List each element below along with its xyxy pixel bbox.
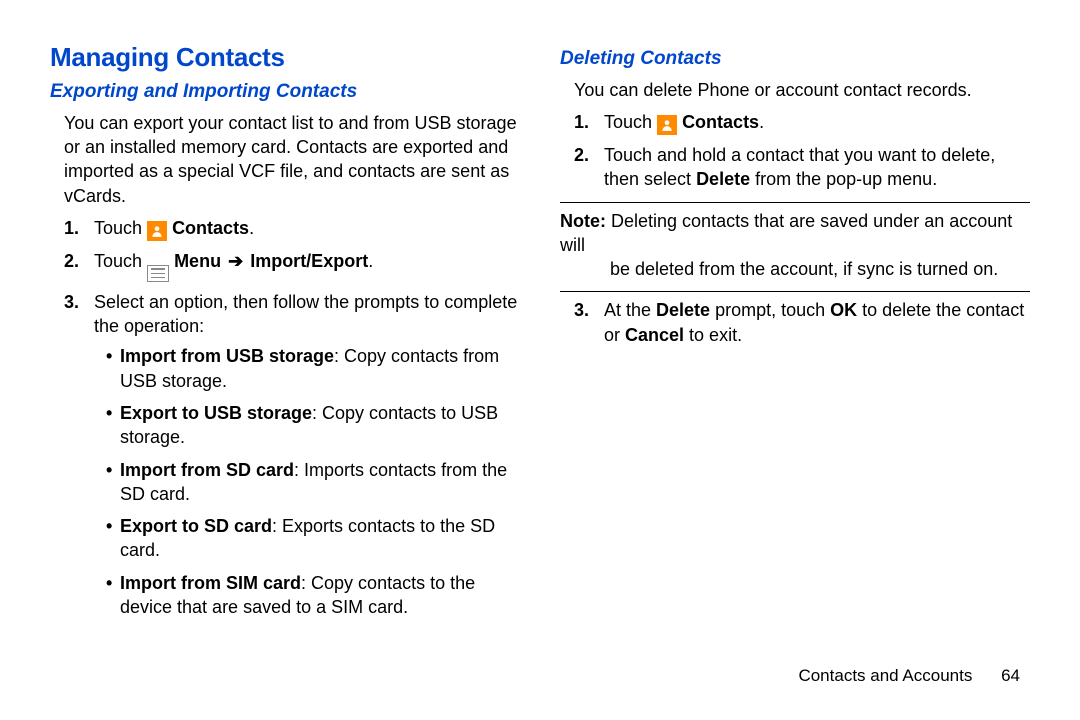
ok-label: OK [830, 300, 857, 320]
contacts-label: Contacts [172, 218, 249, 238]
option-title: Export to USB storage [120, 403, 312, 423]
deleting-intro: You can delete Phone or account contact … [574, 78, 1030, 102]
step-text: prompt, touch [710, 300, 830, 320]
deleting-steps: Touch Contacts. Touch and hold a contact… [574, 110, 1030, 192]
contacts-label: Contacts [682, 112, 759, 132]
note-text-1: Deleting contacts that are saved under a… [560, 211, 1012, 255]
menu-label: Menu [174, 251, 221, 271]
step-2: Touch Menu ➔ Import/Export. [88, 249, 520, 282]
option-title: Import from USB storage [120, 346, 334, 366]
delete-label: Delete [696, 169, 750, 189]
option-title: Export to SD card [120, 516, 272, 536]
arrow-icon: ➔ [226, 251, 245, 271]
step-text: Touch [94, 251, 147, 271]
footer-section: Contacts and Accounts [798, 666, 972, 685]
note-text-2: be deleted from the account, if sync is … [560, 257, 1030, 281]
note-block: Note: Deleting contacts that are saved u… [560, 209, 1030, 282]
step-2: Touch and hold a contact that you want t… [598, 143, 1030, 192]
heading-deleting-contacts: Deleting Contacts [560, 46, 1030, 72]
option-import-sd: Import from SD card: Imports contacts fr… [108, 458, 520, 507]
step-text: Select an option, then follow the prompt… [94, 292, 517, 336]
step-text: from the pop-up menu. [750, 169, 937, 189]
step-3: Select an option, then follow the prompt… [88, 290, 520, 620]
option-export-sd: Export to SD card: Exports contacts to t… [108, 514, 520, 563]
option-import-usb: Import from USB storage: Copy contacts f… [108, 344, 520, 393]
step-1: Touch Contacts. [88, 216, 520, 241]
step-text: At the [604, 300, 656, 320]
step-1: Touch Contacts. [598, 110, 1030, 135]
step-period: . [759, 112, 764, 132]
exporting-intro: You can export your contact list to and … [64, 111, 520, 208]
deleting-steps-cont: At the Delete prompt, touch OK to delete… [574, 298, 1030, 347]
option-export-usb: Export to USB storage: Copy contacts to … [108, 401, 520, 450]
cancel-label: Cancel [625, 325, 684, 345]
contacts-icon [147, 221, 167, 241]
options-list: Import from USB storage: Copy contacts f… [94, 344, 520, 619]
step-text: Touch [94, 218, 147, 238]
step-period: . [249, 218, 254, 238]
heading-managing-contacts: Managing Contacts [50, 40, 520, 75]
divider [560, 202, 1030, 203]
step-3: At the Delete prompt, touch OK to delete… [598, 298, 1030, 347]
divider [560, 291, 1030, 292]
heading-export-import: Exporting and Importing Contacts [50, 79, 520, 105]
note-label: Note: [560, 211, 606, 231]
option-title: Import from SIM card [120, 573, 301, 593]
contacts-icon [657, 115, 677, 135]
left-column: Managing Contacts Exporting and Importin… [50, 40, 520, 627]
import-export-label: Import/Export [250, 251, 368, 271]
exporting-steps: Touch Contacts. Touch Menu ➔ Import/Expo… [64, 216, 520, 619]
page-footer: Contacts and Accounts 64 [798, 665, 1020, 688]
footer-page-number: 64 [1001, 666, 1020, 685]
delete-label: Delete [656, 300, 710, 320]
step-period: . [368, 251, 373, 271]
option-import-sim: Import from SIM card: Copy contacts to t… [108, 571, 520, 620]
option-title: Import from SD card [120, 460, 294, 480]
step-text: to exit. [684, 325, 742, 345]
step-text: Touch [604, 112, 657, 132]
menu-icon [147, 265, 169, 282]
right-column: Deleting Contacts You can delete Phone o… [560, 40, 1030, 627]
